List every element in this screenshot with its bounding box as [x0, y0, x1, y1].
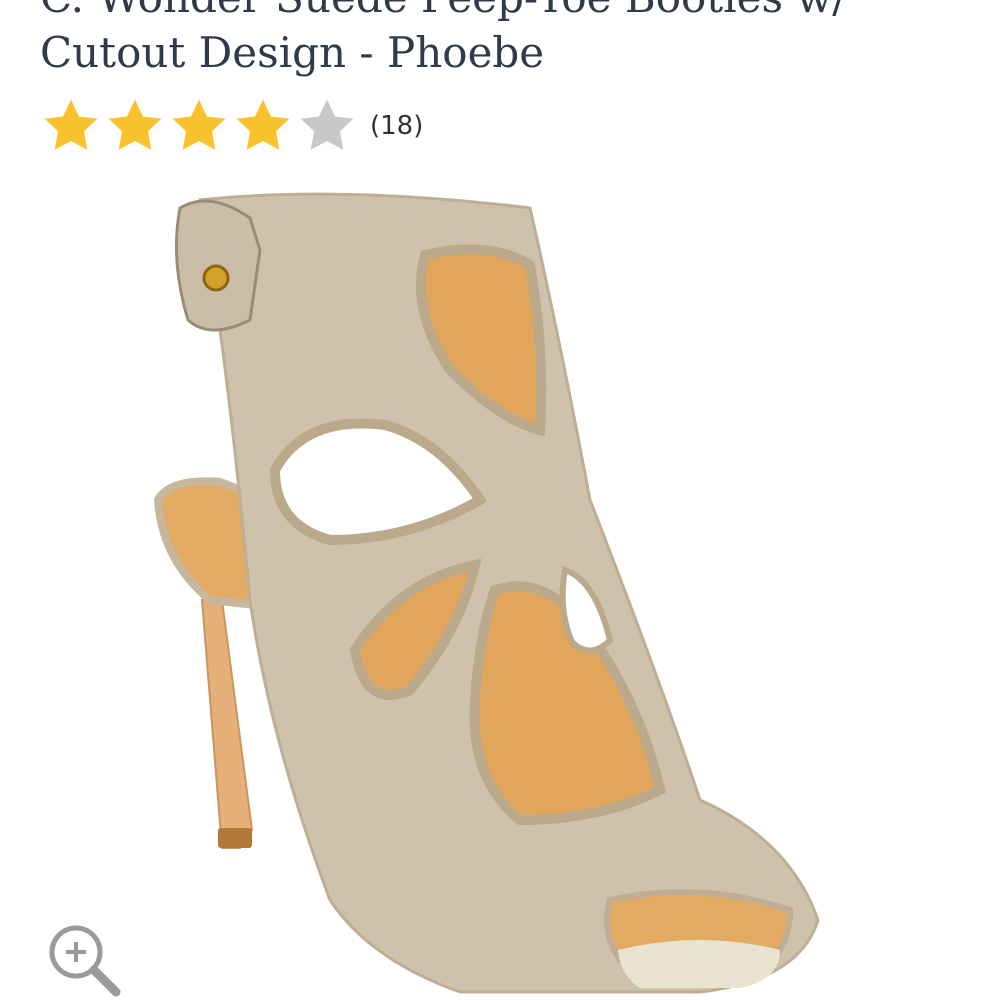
heel-tip — [218, 828, 252, 848]
star-rating[interactable]: (18) — [40, 94, 423, 158]
star-empty-icon — [300, 99, 354, 150]
star-filled-icon — [172, 99, 226, 150]
toe-insole — [618, 940, 780, 988]
star-filled-icon — [108, 99, 162, 150]
star-filled-icon — [44, 99, 98, 150]
shoe-heel — [200, 599, 254, 849]
rating-stars — [40, 95, 360, 157]
product-title-line-2: Cutout Design - Phoebe — [40, 28, 545, 77]
zoom-in-icon — [49, 925, 121, 997]
star-filled-icon — [236, 99, 290, 150]
product-page: C. Wonder Suede Peep-Toe Booties w/ Cuto… — [0, 0, 1000, 1000]
strap-ornament — [202, 264, 230, 292]
product-title-line-1: C. Wonder Suede Peep-Toe Booties w/ — [40, 0, 980, 25]
product-title: C. Wonder Suede Peep-Toe Booties w/ Cuto… — [40, 0, 980, 80]
product-image — [153, 192, 820, 994]
zoom-button[interactable] — [44, 920, 128, 1000]
review-count-link[interactable]: (18) — [370, 111, 423, 141]
